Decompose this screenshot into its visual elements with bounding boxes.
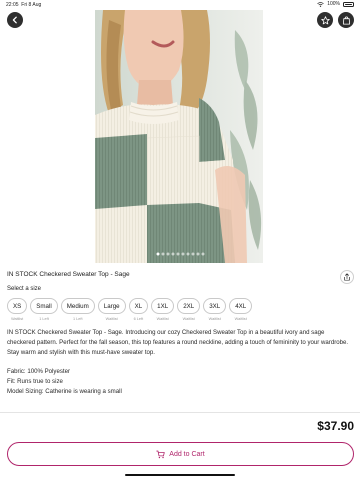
size-availability: Waitlist [182, 317, 195, 321]
shopping-bag-button[interactable] [338, 12, 354, 28]
size-availability: 1 Left [73, 317, 83, 321]
size-availability: 6 Left [133, 317, 144, 321]
size-option-xl: XL 6 Left [128, 298, 149, 321]
cart-icon [156, 450, 165, 458]
back-button[interactable] [7, 12, 23, 28]
size-availability: Waitlist [11, 317, 24, 321]
status-bar: 22:05 Fri 8 Aug 100% [0, 0, 360, 10]
size-option-1xl: 1XL Waitlist [151, 298, 175, 321]
size-availability: Waitlist [234, 317, 247, 321]
size-availability: Waitlist [105, 317, 118, 321]
wifi-icon [317, 1, 324, 7]
share-button[interactable] [340, 270, 354, 284]
battery-icon [343, 1, 354, 7]
product-title: IN STOCK Checkered Sweater Top - Sage [7, 271, 130, 278]
model-sizing-info: Model Sizing: Catherine is wearing a sma… [7, 387, 122, 395]
description-paragraph: IN STOCK Checkered Sweater Top - Sage. I… [7, 329, 349, 356]
size-chip-2xl[interactable]: 2XL [177, 298, 201, 314]
size-selector: XS Waitlist Small 1 Left Medium 1 Left L… [7, 298, 253, 321]
fabric-info: Fabric: 100% Polyester [7, 368, 70, 376]
add-to-cart-label: Add to Cart [169, 450, 205, 458]
size-option-4xl: 4XL Waitlist [229, 298, 253, 321]
status-clock: 22:05 [6, 2, 19, 8]
status-indicators: 100% [317, 1, 354, 7]
favorite-button[interactable] [317, 12, 333, 28]
size-chip-3xl[interactable]: 3XL [203, 298, 227, 314]
product-price: $37.90 [317, 419, 354, 433]
size-availability: Waitlist [156, 317, 169, 321]
size-availability: 1 Left [39, 317, 49, 321]
product-title-row: IN STOCK Checkered Sweater Top - Sage [7, 270, 354, 284]
size-option-small: Small 1 Left [30, 298, 58, 321]
status-time: 22:05 Fri 8 Aug [6, 2, 41, 8]
size-chip-xl[interactable]: XL [128, 298, 149, 314]
product-photo-illustration [95, 10, 263, 263]
size-option-large: Large Waitlist [97, 298, 126, 321]
size-option-xs: XS Waitlist [7, 298, 28, 321]
size-section-label: Select a size [7, 286, 42, 292]
share-icon [344, 273, 350, 281]
size-chip-xs[interactable]: XS [7, 298, 28, 314]
status-date: Fri 8 Aug [21, 2, 42, 8]
size-chip-medium[interactable]: Medium [60, 298, 95, 314]
product-image[interactable] [95, 10, 263, 263]
home-indicator[interactable] [125, 474, 235, 476]
size-chip-small[interactable]: Small [30, 298, 58, 314]
fit-info: Fit: Runs true to size [7, 377, 63, 385]
size-availability: Waitlist [208, 317, 221, 321]
star-icon [320, 15, 330, 24]
size-chip-4xl[interactable]: 4XL [229, 298, 253, 314]
product-description: IN STOCK Checkered Sweater Top - Sage. I… [7, 328, 354, 397]
battery-percent: 100% [327, 1, 340, 7]
size-chip-1xl[interactable]: 1XL [151, 298, 175, 314]
size-option-3xl: 3XL Waitlist [203, 298, 227, 321]
chevron-left-icon [12, 16, 17, 24]
size-chip-large[interactable]: Large [97, 298, 126, 314]
shopping-bag-icon [342, 15, 350, 25]
size-option-medium: Medium 1 Left [60, 298, 95, 321]
divider [0, 412, 360, 413]
add-to-cart-button[interactable]: Add to Cart [7, 442, 354, 466]
size-option-2xl: 2XL Waitlist [177, 298, 201, 321]
